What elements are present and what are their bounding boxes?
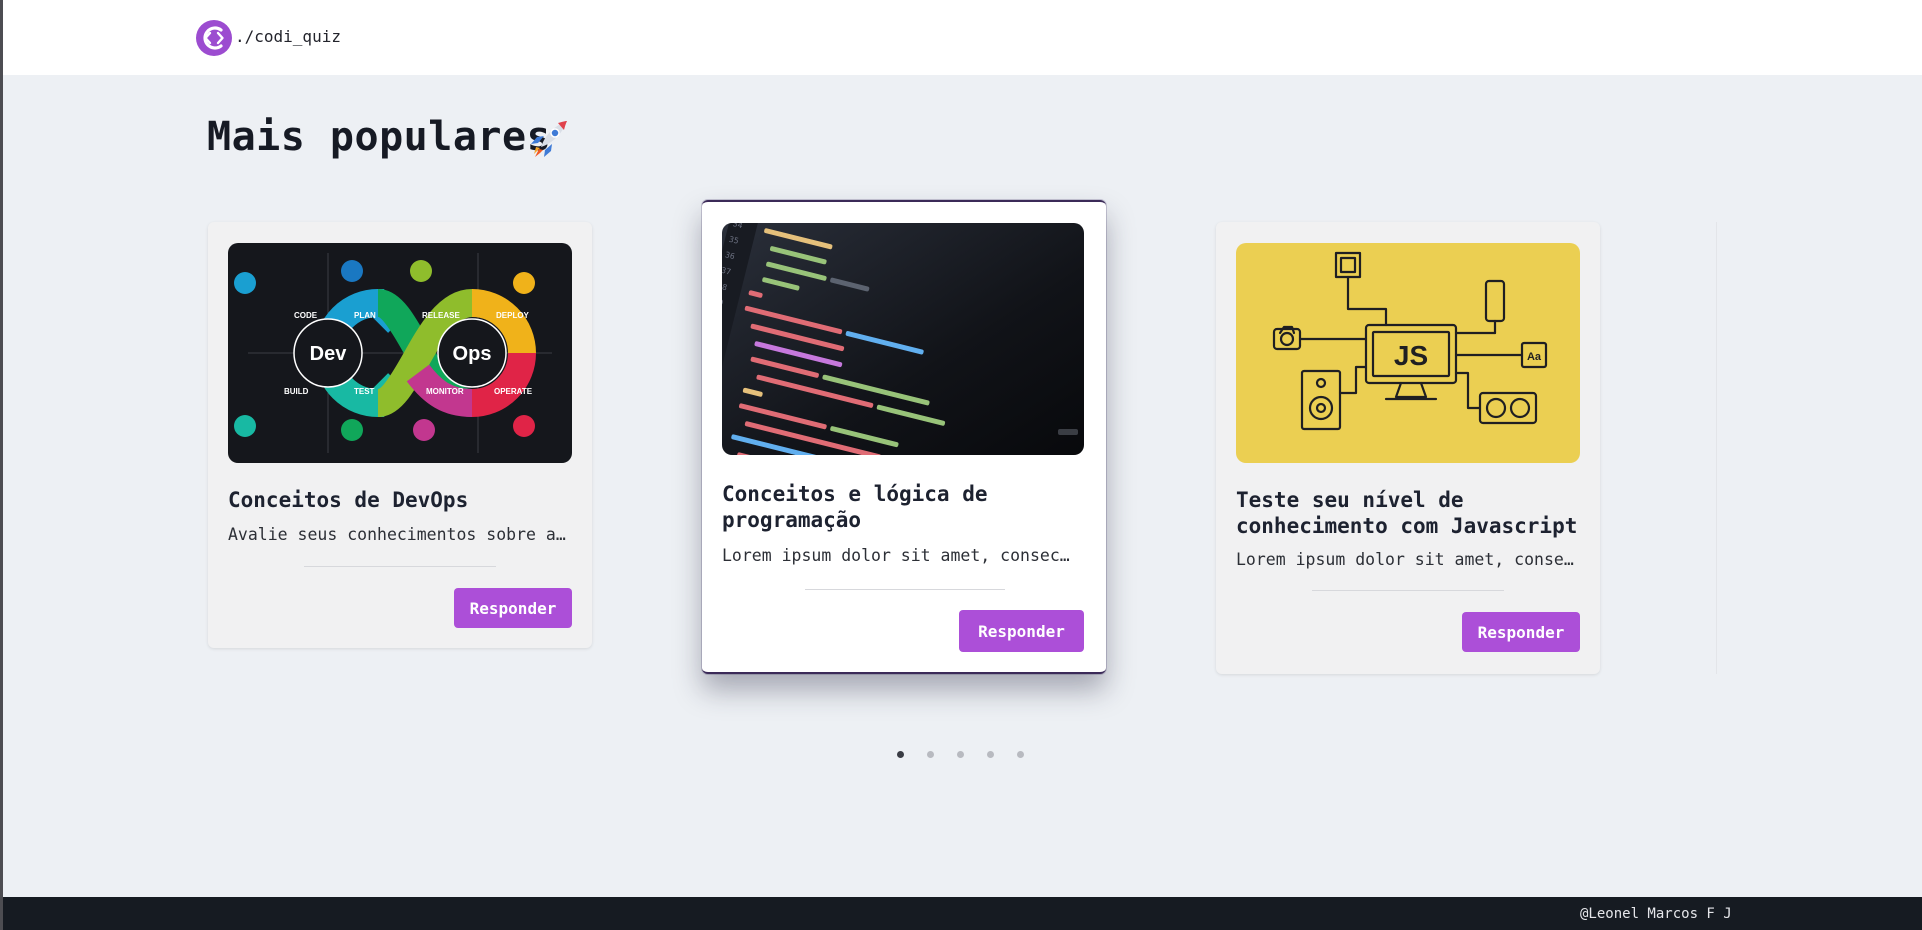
monitor-stage-label: MONITOR: [426, 387, 464, 396]
carousel-dot[interactable]: [927, 751, 934, 758]
top-header: ./codi_quiz: [3, 0, 1922, 75]
release-stage-label: RELEASE: [422, 311, 460, 320]
card-divider: [304, 566, 496, 567]
rocket-icon: [527, 117, 571, 161]
answer-button[interactable]: Responder: [959, 610, 1084, 652]
card-title: Conceitos de DevOps: [228, 488, 469, 512]
next-card-edge: [1716, 222, 1724, 674]
aa-label: Aa: [1527, 351, 1542, 363]
operate-stage-label: OPERATE: [494, 387, 533, 396]
code-editor-image: 343536 373839 404142 434445 464748: [722, 223, 1084, 455]
quiz-card-devops[interactable]: Dev Ops CODE PLAN RELEASE DEPLOY BUILD T…: [208, 222, 592, 648]
card-title: Conceitos e lógica de programação: [722, 482, 988, 532]
carousel-pagination: [897, 751, 1024, 761]
card-description: Avalie seus conhecimentos sobre a …: [228, 525, 572, 544]
quiz-card-javascript[interactable]: JS Aa Teste seu nível de conhecimento co…: [1216, 222, 1600, 674]
answer-button[interactable]: Responder: [454, 588, 572, 628]
carousel-dot[interactable]: [897, 751, 904, 758]
card-divider: [1312, 590, 1504, 591]
footer-credit: @Leonel Marcos F J: [1580, 906, 1732, 922]
ops-label: Ops: [453, 343, 492, 365]
quiz-card-programming-logic[interactable]: 343536 373839 404142 434445 464748: [702, 200, 1106, 674]
code-stage-label: CODE: [294, 311, 318, 320]
page-footer: @Leonel Marcos F J: [3, 897, 1922, 930]
codi-quiz-logo-icon[interactable]: [196, 20, 232, 56]
carousel-dot[interactable]: [987, 751, 994, 758]
deploy-stage-label: DEPLOY: [496, 311, 530, 320]
logo-text[interactable]: ./codi_quiz: [235, 27, 341, 46]
card-description: Lorem ipsum dolor sit amet, consec…: [1236, 550, 1580, 569]
window-edge: [0, 0, 3, 930]
plan-stage-label: PLAN: [354, 311, 376, 320]
page-title: Mais populares: [207, 114, 552, 160]
carousel-dot[interactable]: [1017, 751, 1024, 758]
card-divider: [805, 589, 1005, 590]
card-description: Lorem ipsum dolor sit amet, consec…: [722, 546, 1070, 565]
javascript-devices-image: JS Aa: [1236, 243, 1580, 463]
carousel-dot[interactable]: [957, 751, 964, 758]
devops-infinity-image: Dev Ops CODE PLAN RELEASE DEPLOY BUILD T…: [228, 243, 572, 463]
card-title: Teste seu nível de conhecimento com Java…: [1236, 488, 1578, 538]
test-stage-label: TEST: [354, 387, 375, 396]
answer-button[interactable]: Responder: [1462, 612, 1580, 652]
dev-label: Dev: [310, 343, 348, 365]
js-label: JS: [1394, 340, 1428, 371]
build-stage-label: BUILD: [284, 387, 309, 396]
